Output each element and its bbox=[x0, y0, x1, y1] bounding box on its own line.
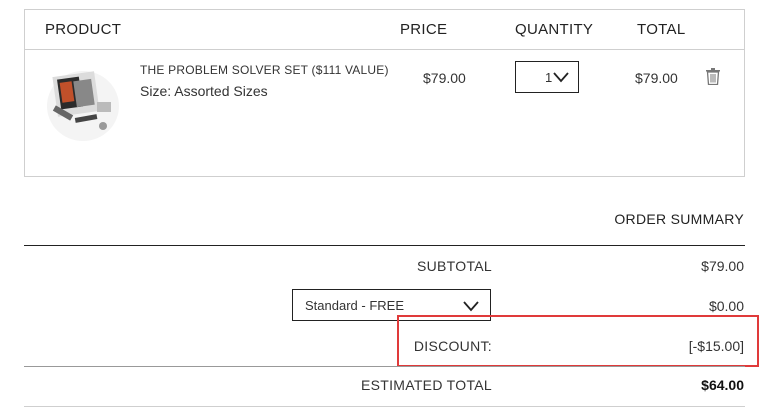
cart-table: PRODUCT PRICE QUANTITY TOTAL THE PROBLEM… bbox=[24, 9, 745, 177]
product-size: Size: Assorted Sizes bbox=[140, 83, 268, 99]
product-name[interactable]: THE PROBLEM SOLVER SET ($111 VALUE) bbox=[140, 63, 389, 77]
summary-divider-bottom bbox=[24, 406, 745, 407]
product-price: $79.00 bbox=[423, 70, 466, 86]
subtotal-value: $79.00 bbox=[701, 258, 744, 274]
summary-divider-top bbox=[24, 245, 745, 246]
estimated-total-label: ESTIMATED TOTAL bbox=[360, 377, 492, 393]
subtotal-label: SUBTOTAL bbox=[416, 258, 492, 274]
header-total: TOTAL bbox=[637, 21, 686, 38]
discount-label: DISCOUNT: bbox=[413, 338, 492, 354]
header-product: PRODUCT bbox=[45, 21, 122, 38]
header-quantity: QUANTITY bbox=[515, 21, 594, 38]
product-thumbnail[interactable] bbox=[45, 68, 121, 144]
shipping-method-value: Standard - FREE bbox=[305, 298, 404, 313]
quantity-select[interactable]: 1 bbox=[515, 61, 579, 93]
summary-divider-mid bbox=[24, 366, 745, 367]
product-line-total: $79.00 bbox=[635, 70, 678, 86]
chevron-down-icon bbox=[552, 68, 570, 91]
cart-header-row: PRODUCT PRICE QUANTITY TOTAL bbox=[25, 10, 744, 50]
shipping-value: $0.00 bbox=[708, 298, 744, 314]
estimated-total-value: $64.00 bbox=[701, 377, 744, 393]
discount-value: [-$15.00] bbox=[688, 338, 744, 354]
trash-icon[interactable] bbox=[706, 68, 720, 90]
header-price: PRICE bbox=[400, 21, 448, 38]
order-summary-title: ORDER SUMMARY bbox=[614, 211, 744, 227]
